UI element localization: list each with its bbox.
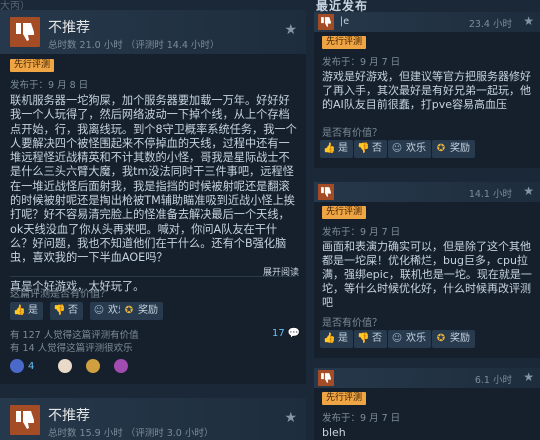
early-access-tag: 先行评测 (322, 392, 367, 405)
thumbs-up-icon: 👍 (323, 143, 336, 154)
comment-count[interactable]: 17 💬 (272, 328, 300, 339)
main-review-column: 大丙） 不推荐 总时数 21.0 小时 （评测时 14.4 小时） ★ 先行评测… (0, 0, 306, 440)
award-badge[interactable] (114, 359, 132, 373)
thumbs-down-icon (10, 17, 40, 47)
vote-funny-label: 欢乐 (406, 333, 426, 344)
early-access-tag: 先行评测 (322, 36, 367, 49)
laugh-icon: ☺ (391, 143, 403, 154)
vote-yes-label: 是 (338, 333, 348, 344)
laugh-icon: ☺ (93, 305, 105, 316)
review-verdict: 不推荐 (48, 20, 90, 36)
thumbs-down-icon: 👎 (53, 305, 66, 316)
review-verdict: 不推荐 (48, 408, 90, 424)
award-badge-icon (58, 359, 72, 373)
award-icon: ✪ (436, 143, 446, 154)
vote-yes-button[interactable]: 👍 是 (10, 302, 43, 320)
star-icon[interactable]: ★ (523, 14, 534, 28)
helpful-count: 有 127 人觉得这篇评测有价值 (10, 330, 139, 341)
recent-reviews-column: 最近发布 |e 23.4 小时 ★ 先行评测 发布于：9 月 7 日 游戏是好游… (314, 0, 540, 440)
star-icon[interactable]: ★ (284, 22, 297, 38)
vote-no-button[interactable]: 👎 否 (354, 140, 387, 158)
award-icon: ✪ (436, 333, 446, 344)
vote-yes-label: 是 (28, 305, 38, 316)
recent-review-card: 6.1 小时 ★ 先行评测 发布于：9 月 7 日 bleh (314, 368, 540, 440)
thumbs-down-icon: 👎 (357, 143, 370, 154)
funny-count: 有 14 人觉得这篇评测很欢乐 (10, 343, 133, 354)
star-icon[interactable]: ★ (523, 370, 534, 384)
award-badge[interactable] (58, 359, 76, 373)
award-button[interactable]: ✪ 奖励 (432, 330, 475, 348)
posted-date: 发布于：9 月 7 日 (322, 227, 401, 238)
review-header[interactable]: 不推荐 总时数 21.0 小时 （评测时 14.4 小时） ★ (0, 10, 306, 54)
award-label: 奖励 (138, 305, 158, 316)
vote-yes-button[interactable]: 👍 是 (320, 330, 353, 348)
award-label: 奖励 (450, 143, 470, 154)
comment-count-value: 17 (272, 328, 285, 339)
recent-review-card: 14.1 小时 ★ 先行评测 发布于：9 月 7 日 画面和表演力确实可以，但是… (314, 182, 540, 358)
vote-no-label: 否 (372, 143, 382, 154)
star-icon[interactable]: ★ (284, 410, 297, 426)
early-access-tag: 先行评测 (322, 206, 367, 219)
award-count: 4 (28, 360, 35, 372)
comment-icon: 💬 (287, 328, 301, 339)
review-body: 游戏是好游戏，但建议等官方把服务器修好了再入手，其次最好是有好兄弟一起玩，他的A… (322, 70, 531, 111)
award-button[interactable]: ✪ 奖励 (120, 302, 163, 320)
review-body: 画面和表演力确实可以，但是除了这个其他都是一坨屎！优化稀烂，bug巨多，cpu拉… (322, 240, 532, 309)
helpful-question: 是否有价值？ (322, 128, 382, 139)
review-header[interactable]: 6.1 小时 ★ (314, 368, 540, 388)
vote-no-label: 否 (68, 305, 78, 316)
playtime: 总时数 21.0 小时 （评测时 14.4 小时） (48, 40, 220, 51)
playtime: 总时数 15.9 小时 （评测时 3.0 小时） (48, 428, 214, 439)
posted-date: 发布于：9 月 7 日 (322, 413, 401, 424)
award-badge-icon (114, 359, 128, 373)
thumbs-down-icon (318, 14, 334, 30)
vote-yes-button[interactable]: 👍 是 (320, 140, 353, 158)
playtime: 23.4 小时 (468, 19, 512, 30)
review-body: bleh (322, 426, 346, 439)
award-icon: ✪ (124, 305, 134, 316)
thumbs-down-icon: 👎 (357, 333, 370, 344)
thumbs-up-icon: 👍 (323, 333, 336, 344)
review-header[interactable]: |e 23.4 小时 ★ (314, 12, 540, 32)
playtime: 14.1 小时 (468, 189, 512, 200)
star-icon[interactable]: ★ (523, 184, 534, 198)
vote-counts: 有 127 人觉得这篇评测有价值 有 14 人觉得这篇评测很欢乐 (10, 329, 139, 355)
vote-funny-button[interactable]: ☺ 欢乐 (388, 330, 431, 348)
review-header[interactable]: 14.1 小时 ★ (314, 182, 540, 202)
thumbs-down-icon (10, 405, 40, 435)
award-button[interactable]: ✪ 奖励 (432, 140, 475, 158)
review-card: 不推荐 总时数 21.0 小时 （评测时 14.4 小时） ★ 先行评测 发布于… (0, 10, 306, 384)
award-badge-icon (86, 359, 100, 373)
review-paragraph: 联机服务器一坨狗屎，加个服务器要加载一万年。好好好我一个人玩得了，然后网络波动一… (10, 94, 297, 265)
vote-funny-button[interactable]: ☺ 欢乐 (388, 140, 431, 158)
recent-review-card: |e 23.4 小时 ★ 先行评测 发布于：9 月 7 日 游戏是好游戏，但建议… (314, 12, 540, 168)
review-header[interactable]: 不推荐 总时数 15.9 小时 （评测时 3.0 小时） ★ (0, 398, 306, 440)
award-label: 奖励 (450, 333, 470, 344)
review-card: 不推荐 总时数 15.9 小时 （评测时 3.0 小时） ★ (0, 398, 306, 440)
thumbs-down-icon (318, 370, 334, 386)
vote-no-label: 否 (372, 333, 382, 344)
vote-no-button[interactable]: 👎 否 (354, 330, 387, 348)
helpful-question: 这篇评测是否有价值？ (10, 289, 110, 300)
award-badge[interactable] (86, 359, 104, 373)
thumbs-down-icon (318, 184, 334, 200)
award-badge[interactable]: 4 (10, 359, 34, 373)
early-access-tag: 先行评测 (10, 59, 55, 72)
posted-date: 发布于：9 月 8 日 (10, 80, 89, 91)
posted-date: 发布于：9 月 7 日 (322, 57, 401, 68)
laugh-icon: ☺ (391, 333, 403, 344)
award-badge-icon (10, 359, 24, 373)
vote-funny-label: 欢乐 (406, 143, 426, 154)
divider (10, 276, 296, 277)
thumbs-up-icon: 👍 (13, 305, 26, 316)
reviewer-name[interactable]: |e (340, 16, 349, 27)
playtime: 6.1 小时 (474, 375, 512, 386)
helpful-question: 是否有价值？ (322, 318, 382, 329)
vote-yes-label: 是 (338, 143, 348, 154)
vote-no-button[interactable]: 👎 否 (50, 302, 83, 320)
